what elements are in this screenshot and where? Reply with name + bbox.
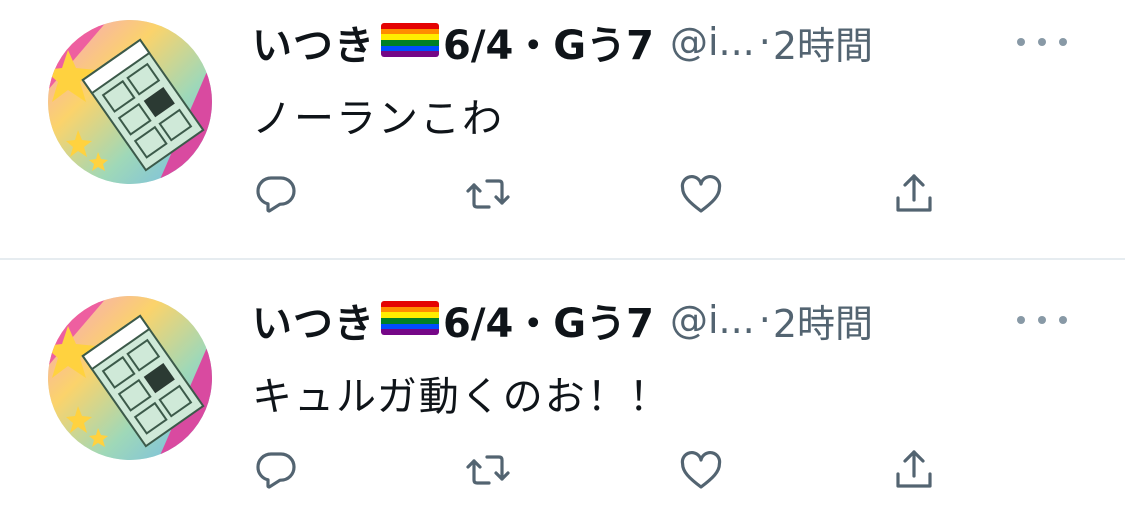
display-name[interactable]: いつき xyxy=(252,291,375,349)
retweet-icon xyxy=(466,179,510,209)
display-name-suffix[interactable]: 6/4・Gう7 xyxy=(443,291,654,349)
rainbow-flag-icon xyxy=(381,301,439,335)
retweet-icon xyxy=(466,455,510,485)
tweet-text: ノーランこわ xyxy=(252,96,504,142)
tweet-text: キュルガ動くのお！！ xyxy=(252,374,671,420)
tweet-actions xyxy=(248,442,948,498)
timestamp[interactable]: 2時間 xyxy=(773,293,873,348)
tweet[interactable]: いつき 6/4・Gう7 @i... · 2時間 キュルガ動くのお！！ xyxy=(0,258,1125,516)
reply-button[interactable] xyxy=(248,442,304,498)
retweet-button[interactable] xyxy=(460,442,516,498)
more-options-icon[interactable] xyxy=(1017,290,1067,350)
reply-icon xyxy=(256,452,296,489)
display-name-suffix[interactable]: 6/4・Gう7 xyxy=(443,13,654,71)
tweet-header: いつき 6/4・Gう7 @i... · 2時間 xyxy=(252,290,1095,350)
heart-icon xyxy=(680,175,722,213)
user-handle[interactable]: @i... xyxy=(670,298,755,342)
avatar[interactable] xyxy=(48,20,212,184)
separator-dot: · xyxy=(758,298,771,342)
more-options-icon[interactable] xyxy=(1017,12,1067,72)
share-button[interactable] xyxy=(886,442,942,498)
separator-dot: · xyxy=(758,20,771,64)
avatar-image xyxy=(48,296,212,460)
tweet[interactable]: いつき 6/4・Gう7 @i... · 2時間 ノーランこわ xyxy=(0,0,1125,258)
avatar[interactable] xyxy=(48,296,212,460)
rainbow-flag-icon xyxy=(381,23,439,57)
tweet-header: いつき 6/4・Gう7 @i... · 2時間 xyxy=(252,12,1095,72)
like-button[interactable] xyxy=(673,442,729,498)
share-icon xyxy=(896,450,932,488)
user-handle[interactable]: @i... xyxy=(670,20,755,64)
retweet-button[interactable] xyxy=(460,166,516,222)
share-icon xyxy=(896,174,932,212)
like-button[interactable] xyxy=(673,166,729,222)
share-button[interactable] xyxy=(886,166,942,222)
display-name[interactable]: いつき xyxy=(252,13,375,71)
avatar-image xyxy=(48,20,212,184)
reply-icon xyxy=(256,176,296,213)
heart-icon xyxy=(680,451,722,489)
reply-button[interactable] xyxy=(248,166,304,222)
timestamp[interactable]: 2時間 xyxy=(773,15,873,70)
tweet-actions xyxy=(248,166,948,222)
